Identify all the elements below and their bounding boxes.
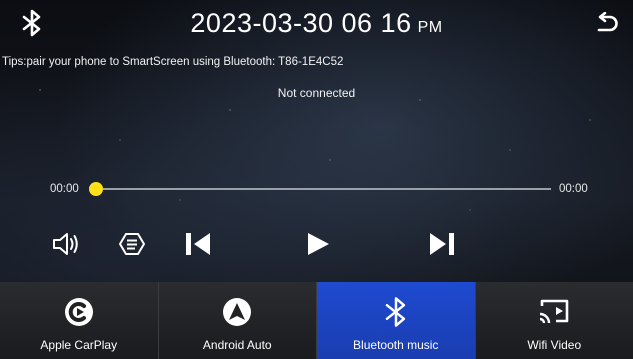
carplay-icon [61,294,97,330]
clock: 2023-03-30 06 16 PM [0,8,633,39]
nav-label: Android Auto [202,338,272,352]
next-icon [430,233,454,255]
ampm-text: PM [417,19,443,36]
volume-button[interactable] [50,226,82,262]
bluetooth-icon [378,294,414,330]
elapsed-time: 00:00 [50,183,79,195]
back-arrow-icon[interactable] [593,12,619,36]
playlist-button[interactable] [116,226,148,262]
bottom-nav: Apple CarPlay Android Auto Bluetooth mus… [0,282,633,359]
screen-cast-icon [536,294,572,330]
connection-status: Not connected [277,86,356,100]
progress-track[interactable] [96,188,551,190]
previous-button[interactable] [182,226,214,262]
nav-wifi-video[interactable]: Wifi Video [475,282,633,359]
datetime-text: 2023-03-30 06 16 [190,8,412,38]
previous-icon [186,233,210,255]
progress-knob[interactable] [89,182,103,196]
total-time: 00:00 [559,183,588,195]
android-auto-icon [219,294,255,330]
bluetooth-music-screen: 2023-03-30 06 16 PM Tips:pair your phone … [0,0,633,359]
nav-android-auto[interactable]: Android Auto [158,282,317,359]
play-icon [308,233,329,255]
playlist-icon [119,233,145,255]
nav-bluetooth-music[interactable]: Bluetooth music [317,282,476,359]
pairing-tips: Tips:pair your phone to SmartScreen usin… [2,56,344,68]
nav-label: Bluetooth music [353,338,439,352]
nav-apple-carplay[interactable]: Apple CarPlay [0,282,159,359]
volume-icon [53,233,78,255]
nav-label: Wifi Video [527,338,582,352]
status-bar: 2023-03-30 06 16 PM [0,0,633,46]
play-button[interactable] [302,226,334,262]
nav-label: Apple CarPlay [40,338,118,352]
next-button[interactable] [426,226,458,262]
